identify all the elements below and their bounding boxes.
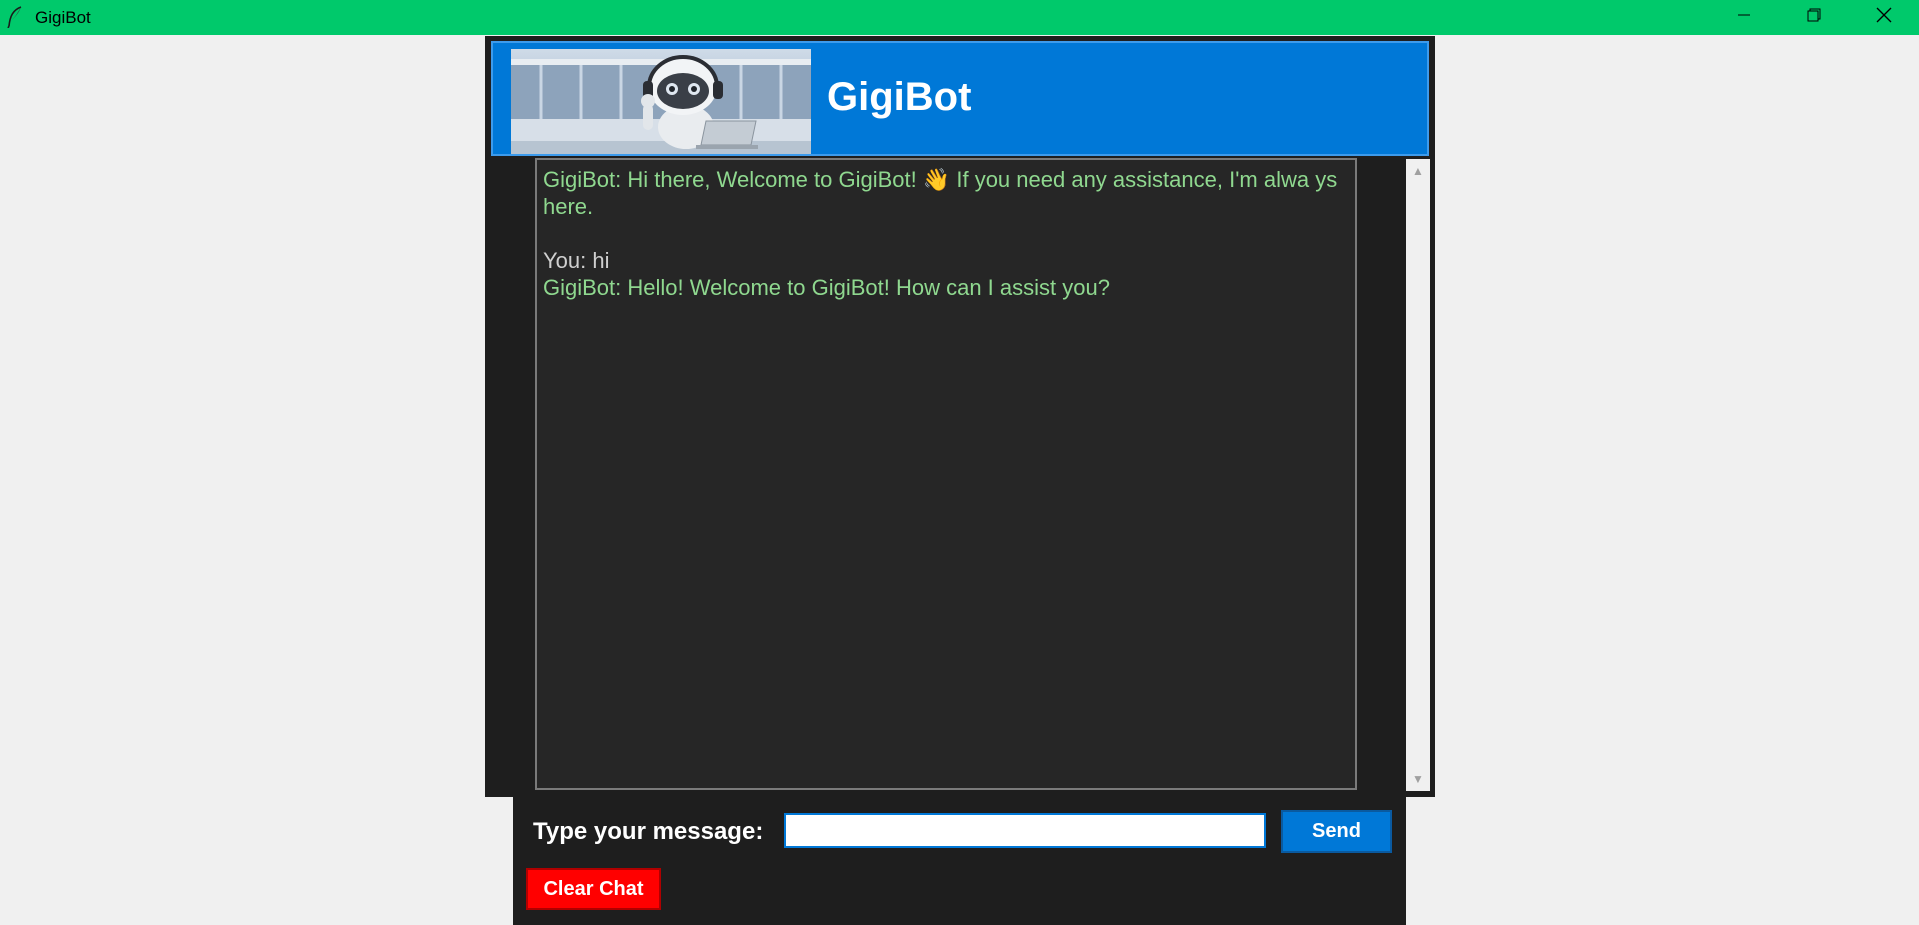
chat-transcript[interactable]: GigiBot: Hi there, Welcome to GigiBot! 👋… xyxy=(535,158,1357,790)
feather-icon xyxy=(6,6,24,29)
scroll-down-icon[interactable]: ▼ xyxy=(1406,769,1430,789)
restore-button[interactable] xyxy=(1779,0,1849,35)
user-message: You: hi xyxy=(543,248,610,273)
close-button[interactable] xyxy=(1849,0,1919,35)
restore-icon xyxy=(1807,8,1821,27)
bot-message: GigiBot: Hello! Welcome to GigiBot! How … xyxy=(543,275,1110,300)
window-title: GigiBot xyxy=(35,8,91,27)
clear-chat-button[interactable]: Clear Chat xyxy=(526,868,661,910)
close-icon xyxy=(1876,7,1892,28)
bot-message: GigiBot: Hi there, Welcome to GigiBot! 👋… xyxy=(543,167,1338,219)
chat-scrollbar[interactable]: ▲ ▼ xyxy=(1406,159,1430,791)
message-input[interactable] xyxy=(784,813,1266,848)
robot-image xyxy=(511,49,811,154)
header-title: GigiBot xyxy=(827,75,972,119)
send-button[interactable]: Send xyxy=(1281,810,1392,853)
title-bar: GigiBot xyxy=(0,0,1919,35)
chat-header: GigiBot xyxy=(491,41,1429,156)
message-label: Type your message: xyxy=(533,818,764,845)
minimize-icon xyxy=(1737,8,1751,27)
scroll-up-icon[interactable]: ▲ xyxy=(1406,161,1430,181)
minimize-button[interactable] xyxy=(1709,0,1779,35)
chat-blank-line xyxy=(543,220,1349,247)
